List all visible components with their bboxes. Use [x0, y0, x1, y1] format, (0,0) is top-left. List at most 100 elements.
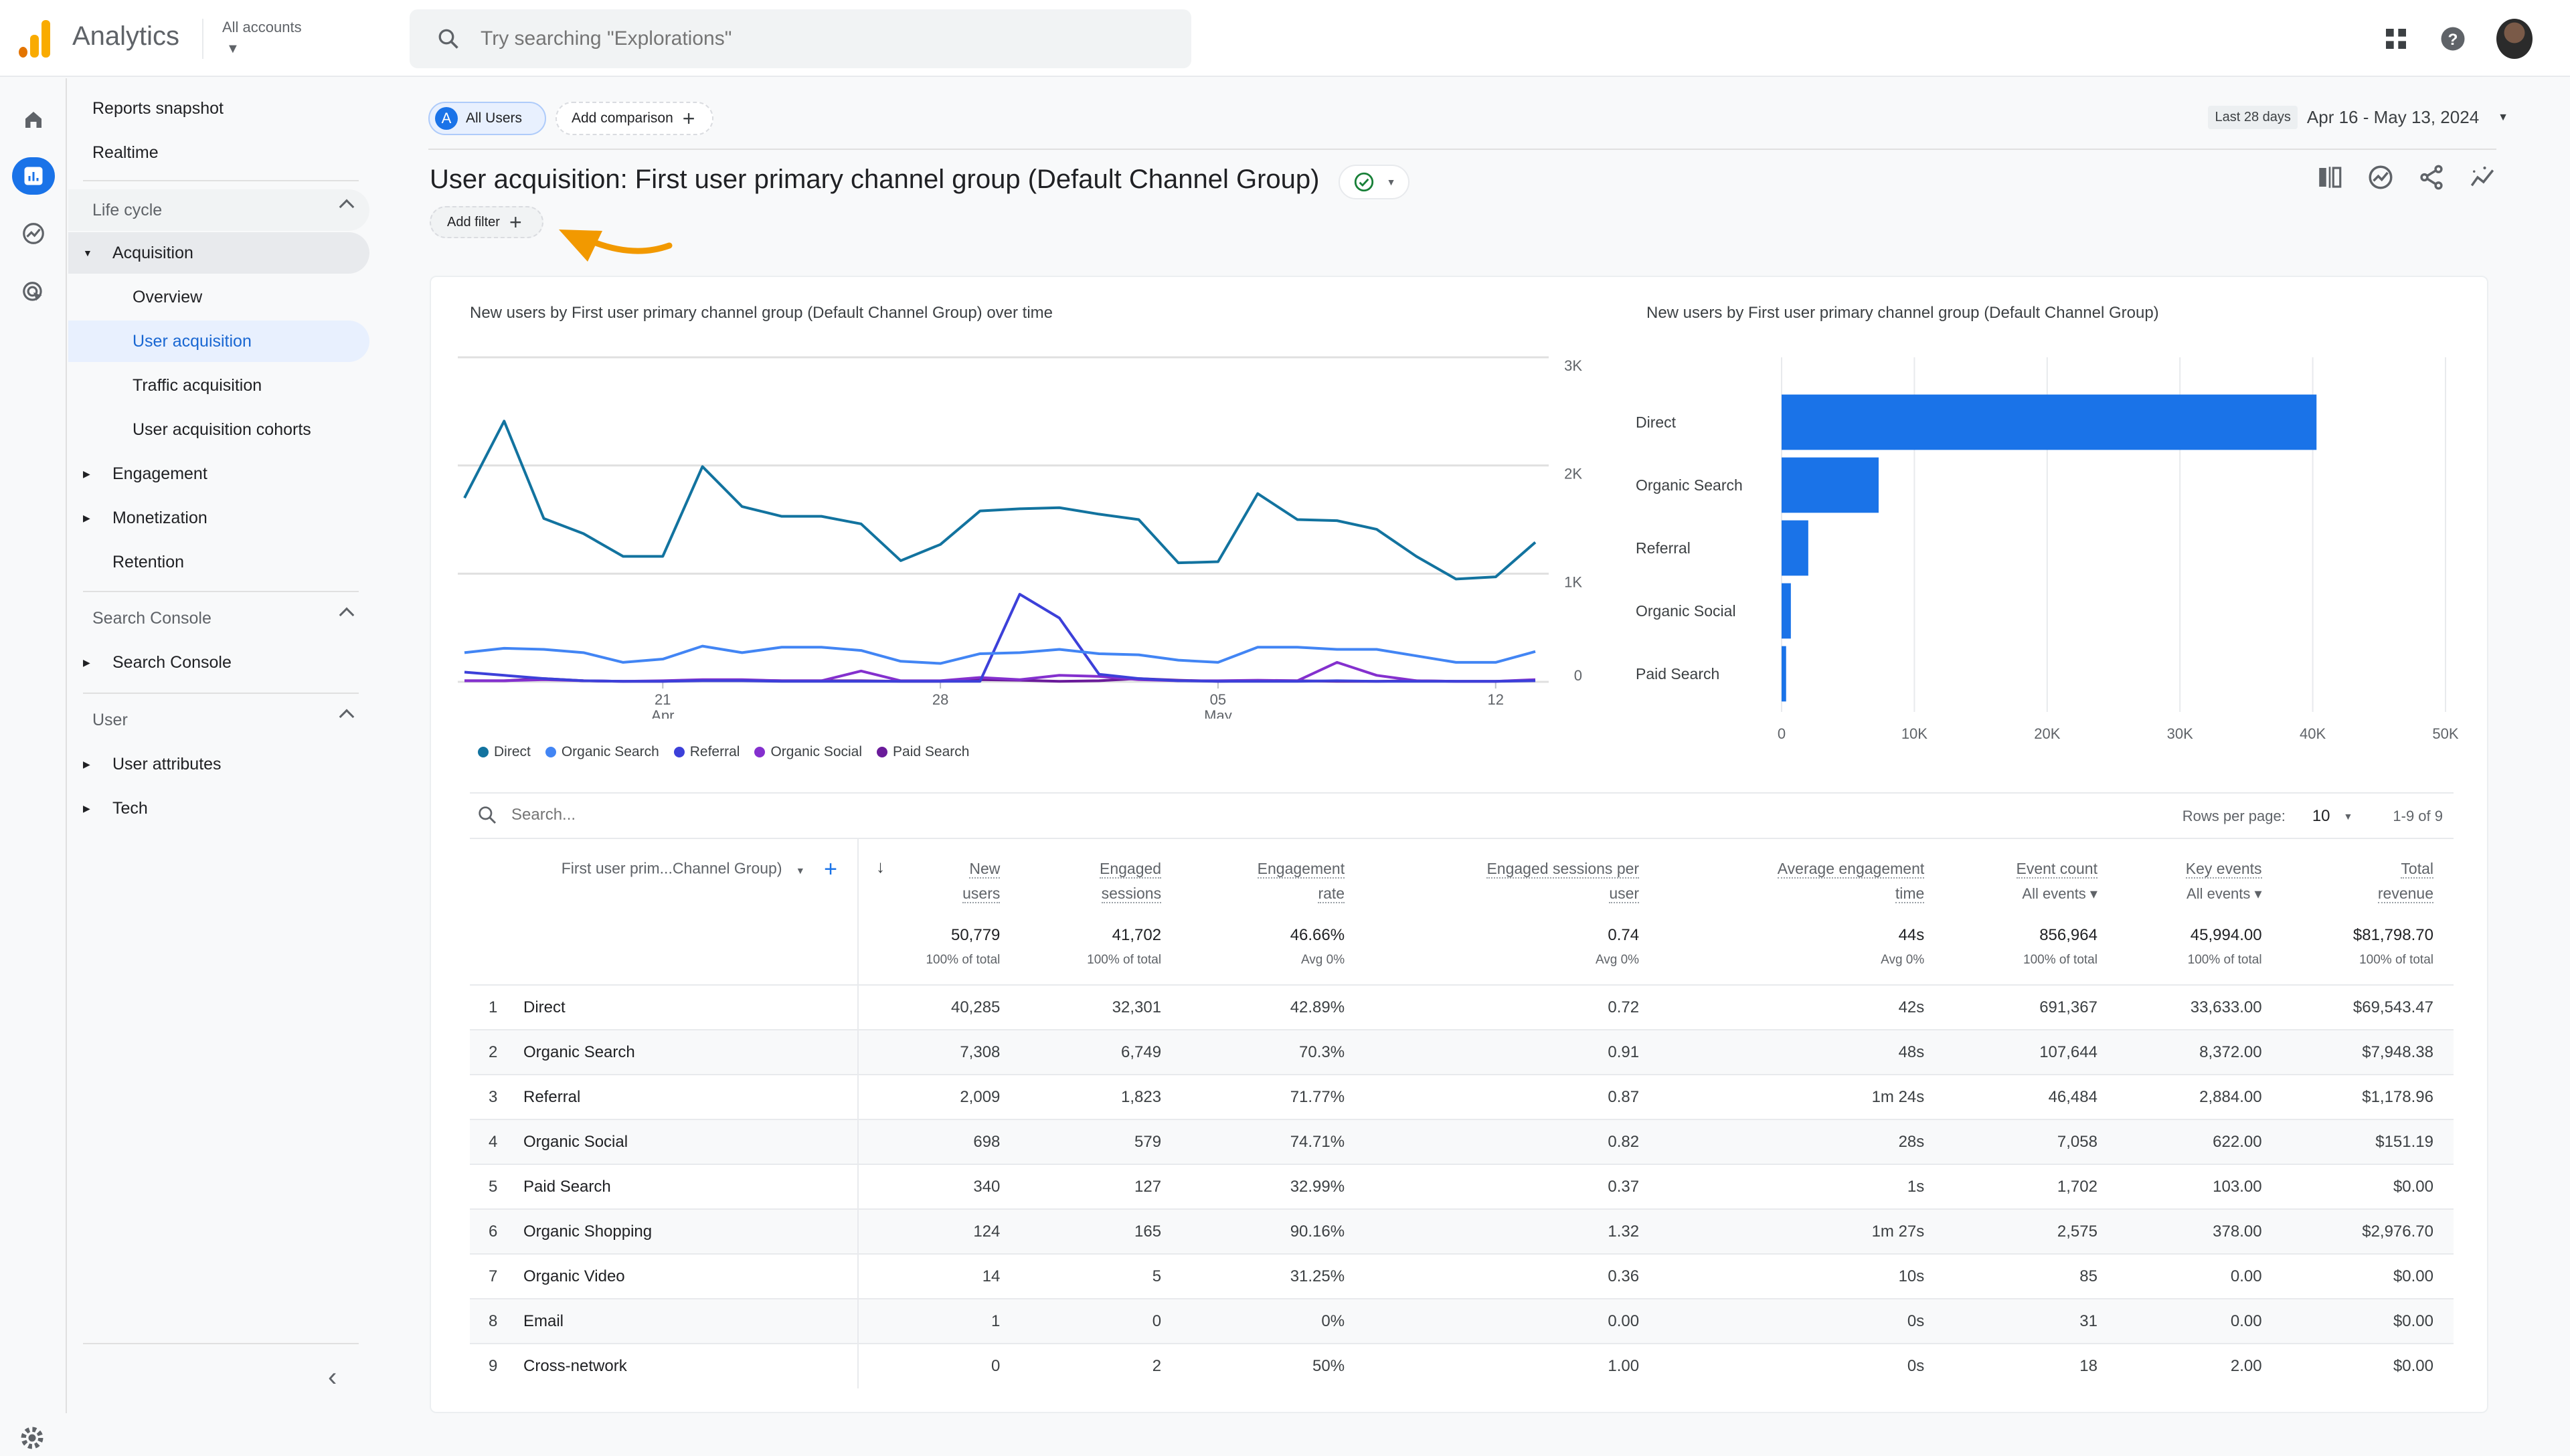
help-icon[interactable]: ? [2439, 25, 2467, 53]
column-header[interactable]: Average engagement time [1659, 839, 1944, 926]
metric-cell: 0.91 [1365, 1029, 1660, 1075]
nav-group-life-cycle[interactable]: Life cycle [68, 189, 369, 231]
metric-cell: 74.71% [1181, 1119, 1365, 1164]
column-header[interactable]: Engaged sessions per user [1365, 839, 1659, 926]
column-header[interactable]: Event count All events ▾ [1944, 839, 2118, 926]
column-header[interactable]: Engaged sessions [1020, 839, 1181, 926]
y-tick-label: 1K [1564, 573, 1582, 590]
nav-user-acquisition[interactable]: User acquisition [68, 321, 369, 362]
series-line-referral[interactable] [464, 593, 1536, 683]
account-selector[interactable]: All accounts [222, 19, 302, 36]
nav-user-acquisition-cohorts[interactable]: User acquisition cohorts [68, 409, 369, 450]
date-range-picker[interactable]: Last 28 days Apr 16 - May 13, 2024 ▼ [2208, 106, 2508, 129]
reports-icon[interactable] [12, 157, 55, 195]
total-subtext: Avg 0% [1300, 953, 1345, 967]
column-header[interactable]: Engagement rate [1181, 839, 1365, 926]
table-row[interactable]: 2 Organic Search 7,308 6,749 70.3% 0.91 48s 107… [470, 1029, 2454, 1075]
legend-item[interactable]: Paid Search [877, 744, 969, 760]
dimension-header[interactable]: First user prim...Channel Group) ▼ + [470, 839, 859, 926]
nav-reports-snapshot[interactable]: Reports snapshot [68, 88, 369, 129]
table-row[interactable]: 6 Organic Shopping 124 165 90.16% 1.32 1m 27s 2… [470, 1208, 2454, 1254]
add-comparison-button[interactable]: Add comparison + [555, 102, 713, 135]
event-filter-dropdown[interactable]: All events ▾ [2118, 885, 2262, 903]
chevron-up-icon [339, 709, 355, 725]
rows-per-page-select[interactable]: 10 [2312, 807, 2330, 826]
sort-descending-icon[interactable]: ↓ [876, 856, 885, 877]
bar-paid-search[interactable] [1782, 646, 1786, 702]
nav-engagement[interactable]: ▶ Engagement [68, 453, 369, 494]
table-search[interactable] [477, 804, 913, 826]
share-icon[interactable] [2417, 163, 2446, 191]
nav-user-attributes[interactable]: ▶ User attributes [68, 743, 369, 785]
search-icon [479, 806, 497, 824]
nav-realtime[interactable]: Realtime [68, 132, 369, 173]
nav-retention[interactable]: Retention [68, 541, 369, 583]
settings-gear-icon[interactable] [17, 1423, 47, 1456]
nav-traffic-acquisition[interactable]: Traffic acquisition [68, 365, 369, 406]
x-tick-sublabel: May [1204, 707, 1232, 719]
divider [470, 792, 2454, 794]
nav-overview[interactable]: Overview [68, 276, 369, 318]
legend-item[interactable]: Referral [673, 744, 740, 760]
explore-icon[interactable] [12, 215, 55, 252]
table-row[interactable]: 5 Paid Search 340 127 32.99% 0.37 1s 1,702 103.0… [470, 1164, 2454, 1209]
account-dropdown-icon[interactable]: ▼ [226, 41, 240, 57]
x-tick-sublabel: Apr [651, 707, 674, 719]
column-header[interactable]: Total revenue [2282, 839, 2454, 926]
table-row[interactable]: 3 Referral 2,009 1,823 71.77% 0.87 1m 24s 46,48… [470, 1074, 2454, 1119]
column-header-label: sessions [1101, 884, 1162, 903]
nav-group-search-console[interactable]: Search Console [68, 598, 369, 639]
report-status-button[interactable]: ▼ [1339, 165, 1409, 199]
nav-search-console[interactable]: ▶ Search Console [68, 642, 369, 683]
table-row[interactable]: 1 Direct 40,285 32,301 42.89% 0.72 42s 691,367 3… [470, 984, 2454, 1030]
category-label: Direct [1636, 414, 1677, 431]
legend-item[interactable]: Organic Search [545, 744, 659, 760]
advertising-icon[interactable] [12, 274, 55, 311]
insights-icon[interactable] [2367, 163, 2395, 191]
series-line-direct[interactable] [463, 420, 1537, 581]
segment-chip-all-users[interactable]: A All Users [428, 102, 546, 135]
caret-down-icon[interactable]: ▼ [2344, 811, 2353, 822]
metric-cell: 2 [1020, 1343, 1182, 1388]
add-dimension-plus-icon[interactable]: + [824, 856, 837, 882]
collapse-nav-chevron-icon[interactable]: ‹ [328, 1362, 337, 1392]
global-search[interactable] [410, 9, 1191, 68]
table-row[interactable]: 4 Organic Social 698 579 74.71% 0.82 28s 7,058 6… [470, 1119, 2454, 1164]
x-tick-label: 28 [932, 691, 948, 708]
metric-cell: 8,372.00 [2117, 1029, 2282, 1075]
column-header[interactable]: Key events All events ▾ [2118, 839, 2282, 926]
bar-organic-search[interactable] [1782, 457, 1879, 513]
row-index: 3 [470, 1074, 523, 1119]
metric-cell: 6,749 [1020, 1029, 1182, 1075]
row-dimension-value: Organic Shopping [523, 1208, 859, 1254]
table-search-input[interactable] [511, 806, 913, 824]
table-row[interactable]: 7 Organic Video 14 5 31.25% 0.36 10s 85 0.00 $0.0… [470, 1253, 2454, 1299]
table-row[interactable]: 8 Email 1 0 0% 0.00 0s 31 0.00 $0.00 [470, 1298, 2454, 1344]
metric-cell: 2.00 [2117, 1343, 2282, 1388]
column-header[interactable]: ↓ New users [858, 839, 1020, 926]
legend-item[interactable]: Direct [478, 744, 531, 760]
nav-tech[interactable]: ▶ Tech [68, 788, 369, 829]
caret-down-icon[interactable]: ▼ [796, 865, 805, 876]
bar-direct[interactable] [1782, 394, 2317, 450]
user-avatar[interactable] [2496, 19, 2533, 59]
metric-cell: $1,178.96 [2282, 1074, 2454, 1119]
trend-sparkle-icon[interactable] [2468, 163, 2496, 191]
nav-acquisition[interactable]: ▼ Acquisition [68, 232, 369, 274]
legend-item[interactable]: Organic Social [754, 744, 862, 760]
bar-organic-social[interactable] [1782, 583, 1791, 639]
nav-group-user[interactable]: User [68, 699, 369, 741]
bar-referral[interactable] [1782, 520, 1808, 576]
event-filter-dropdown[interactable]: All events ▾ [1944, 885, 2097, 903]
nav-monetization[interactable]: ▶ Monetization [68, 497, 369, 539]
add-filter-button[interactable]: Add filter + [430, 206, 543, 238]
compare-columns-icon[interactable] [2316, 163, 2344, 191]
series-line-organic-social[interactable] [464, 660, 1536, 683]
analytics-logo[interactable] [19, 20, 52, 58]
table-row[interactable]: 9 Cross-network 0 2 50% 1.00 0s 18 2.00 $0.00 [470, 1343, 2454, 1388]
home-icon[interactable] [12, 101, 55, 139]
series-line-organic-search[interactable] [464, 644, 1536, 665]
search-input[interactable] [481, 27, 1083, 50]
category-label: Paid Search [1636, 665, 1719, 682]
apps-grid-icon[interactable] [2383, 25, 2409, 52]
